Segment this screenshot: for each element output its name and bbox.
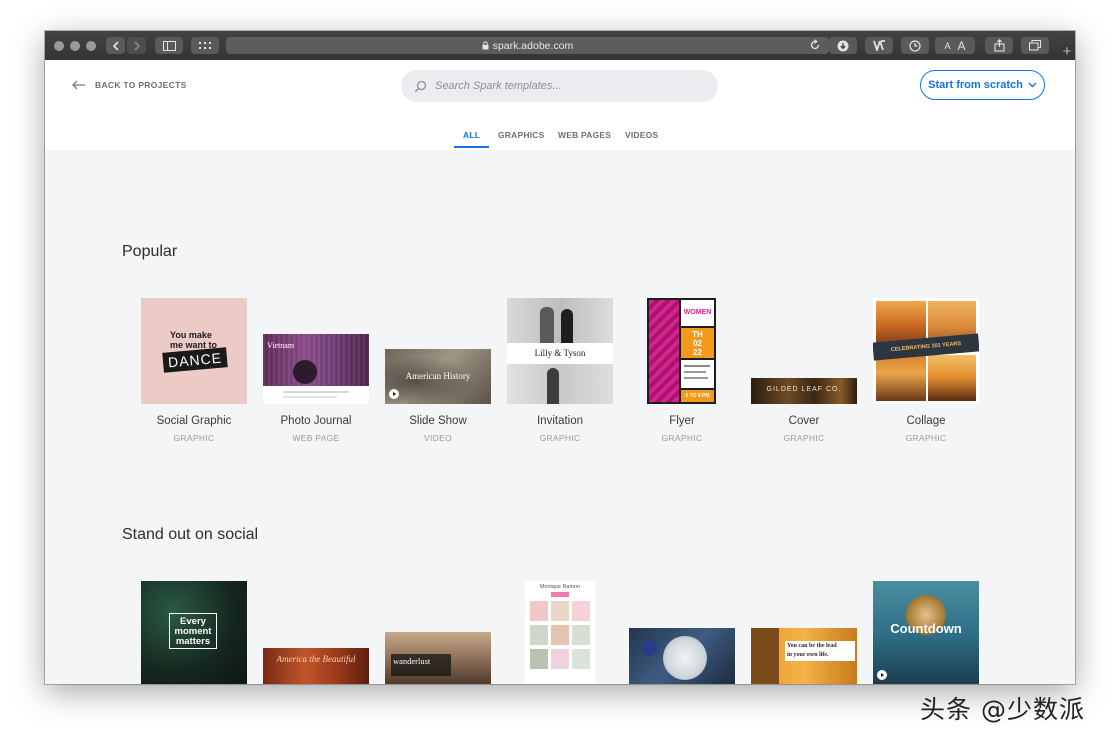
start-from-scratch-button[interactable]: Start from scratch	[920, 70, 1045, 100]
sidebar-icon	[162, 40, 176, 51]
history-button[interactable]	[901, 37, 929, 54]
lock-icon	[482, 41, 489, 50]
card-name[interactable]: Cover	[744, 415, 864, 427]
browser-window: spark.adobe.com AA + BACK TO PROJECTS Se…	[45, 31, 1075, 684]
thumb-text: America the Beautiful	[276, 654, 356, 664]
thumb-text: Monique Ramon	[539, 584, 581, 590]
search-input[interactable]: Search Spark templates...	[401, 70, 718, 102]
search-placeholder: Search Spark templates...	[435, 80, 562, 92]
back-nav-button[interactable]	[106, 37, 125, 54]
url-text: spark.adobe.com	[492, 39, 574, 52]
template-thumb-lead[interactable]: You can be the lead in your own life.	[751, 628, 857, 684]
text-larger-icon[interactable]: A	[958, 39, 966, 53]
card-name[interactable]: Flyer	[622, 415, 742, 427]
tabs-button[interactable]	[1021, 37, 1049, 54]
thumb-text: 22	[693, 348, 702, 357]
close-window-button[interactable]	[54, 41, 64, 51]
chevron-right-icon	[133, 40, 140, 51]
downloads-button[interactable]	[829, 37, 857, 54]
template-thumb-wanderlust[interactable]: wanderlust	[385, 632, 491, 684]
thumb-text: Countdown	[890, 621, 962, 636]
thumb-text: matters	[175, 636, 211, 647]
template-thumb-countdown[interactable]: Countdown	[873, 581, 979, 684]
thumb-text: TH	[692, 330, 703, 339]
template-thumb-slide-show[interactable]: American History	[385, 349, 491, 404]
template-thumb-invitation[interactable]: Lilly & Tyson	[507, 298, 613, 404]
address-bar[interactable]: spark.adobe.com	[226, 37, 829, 54]
thumb-text: 6 TO 9 PM	[681, 390, 714, 402]
sidebar-toggle-button[interactable]	[155, 37, 183, 54]
download-icon	[837, 40, 849, 51]
template-thumb-every-moment[interactable]: Every moment matters	[141, 581, 247, 684]
template-thumb-social-graphic[interactable]: You make me want to DANCE	[141, 298, 247, 404]
card-type: GRAPHIC	[783, 433, 825, 443]
browser-toolbar: spark.adobe.com AA +	[45, 31, 1075, 60]
chevron-down-icon	[1028, 82, 1037, 88]
card-name[interactable]: Social Graphic	[134, 415, 254, 427]
template-thumb-food[interactable]	[629, 628, 735, 684]
start-button-label: Start from scratch	[928, 79, 1023, 91]
thumb-text: American History	[405, 371, 471, 381]
tab-overview-button[interactable]	[191, 37, 219, 54]
play-icon[interactable]	[389, 389, 399, 399]
play-icon[interactable]	[877, 670, 887, 680]
minimize-window-button[interactable]	[70, 41, 80, 51]
tab-graphics[interactable]: GRAPHICS	[498, 130, 544, 140]
thumb-text: wanderlust	[393, 656, 431, 666]
page-header: BACK TO PROJECTS Search Spark templates.…	[45, 60, 1075, 150]
back-to-projects-link[interactable]: BACK TO PROJECTS	[71, 80, 187, 90]
grid-icon	[199, 41, 211, 49]
back-label: BACK TO PROJECTS	[95, 80, 187, 90]
template-thumb-monique[interactable]: Monique Ramon	[525, 581, 595, 684]
template-thumb-photo-journal[interactable]: Vietnam	[263, 334, 369, 404]
template-thumb-cover[interactable]: GILDED LEAF CO.	[751, 378, 857, 404]
card-name[interactable]: Photo Journal	[256, 415, 376, 427]
chevron-left-icon	[112, 40, 119, 51]
card-type: VIDEO	[424, 433, 452, 443]
extension-button[interactable]	[865, 37, 893, 54]
thumb-text: Vietnam	[267, 341, 295, 350]
card-name[interactable]: Invitation	[500, 415, 620, 427]
share-icon	[993, 39, 1005, 52]
arrow-left-icon	[72, 80, 85, 90]
share-button[interactable]	[985, 37, 1013, 54]
thumb-text: 02	[693, 339, 702, 348]
card-type: WEB PAGE	[292, 433, 340, 443]
watermark-text: 头条 @少数派	[920, 695, 1085, 724]
template-thumb-collage[interactable]: CELEBRATING 101 YEARS	[873, 298, 979, 404]
card-type: GRAPHIC	[173, 433, 215, 443]
tab-all[interactable]: ALL	[463, 130, 480, 140]
zoom-window-button[interactable]	[86, 41, 96, 51]
template-tabs: ALL GRAPHICS WEB PAGES VIDEOS	[45, 126, 1075, 150]
card-name[interactable]: Slide Show	[378, 415, 498, 427]
clock-icon	[909, 39, 921, 52]
search-icon	[414, 80, 427, 92]
thumb-text: Lilly & Tyson	[534, 348, 586, 358]
thumb-text: You make	[170, 330, 212, 340]
card-type: GRAPHIC	[905, 433, 947, 443]
forward-nav-button[interactable]	[127, 37, 146, 54]
tab-web-pages[interactable]: WEB PAGES	[558, 130, 611, 140]
extension-logo-icon	[872, 40, 885, 51]
text-size-button[interactable]: AA	[935, 37, 975, 54]
section-title-stand-out-on-social: Stand out on social	[122, 526, 259, 543]
thumb-text: GILDED LEAF CO.	[766, 386, 842, 393]
card-type: GRAPHIC	[661, 433, 703, 443]
section-title-popular: Popular	[122, 243, 178, 260]
reload-icon[interactable]	[808, 38, 822, 52]
new-tab-icon[interactable]: +	[1059, 43, 1075, 60]
active-tab-indicator	[454, 146, 489, 148]
tabs-icon	[1029, 40, 1041, 51]
template-thumb-america[interactable]: America the Beautiful	[263, 648, 369, 684]
card-type: GRAPHIC	[539, 433, 581, 443]
thumb-text: in your own life.	[787, 652, 829, 658]
thumb-text: You can be the lead	[787, 643, 837, 649]
thumb-text: DANCE	[162, 347, 228, 373]
card-name[interactable]: Collage	[866, 415, 986, 427]
template-thumb-flyer[interactable]: WOMEN TH 02 22 6 TO 9 PM	[647, 298, 716, 404]
tab-videos[interactable]: VIDEOS	[625, 130, 658, 140]
thumb-text: WOMEN	[681, 300, 714, 326]
text-smaller-icon[interactable]: A	[944, 41, 950, 51]
